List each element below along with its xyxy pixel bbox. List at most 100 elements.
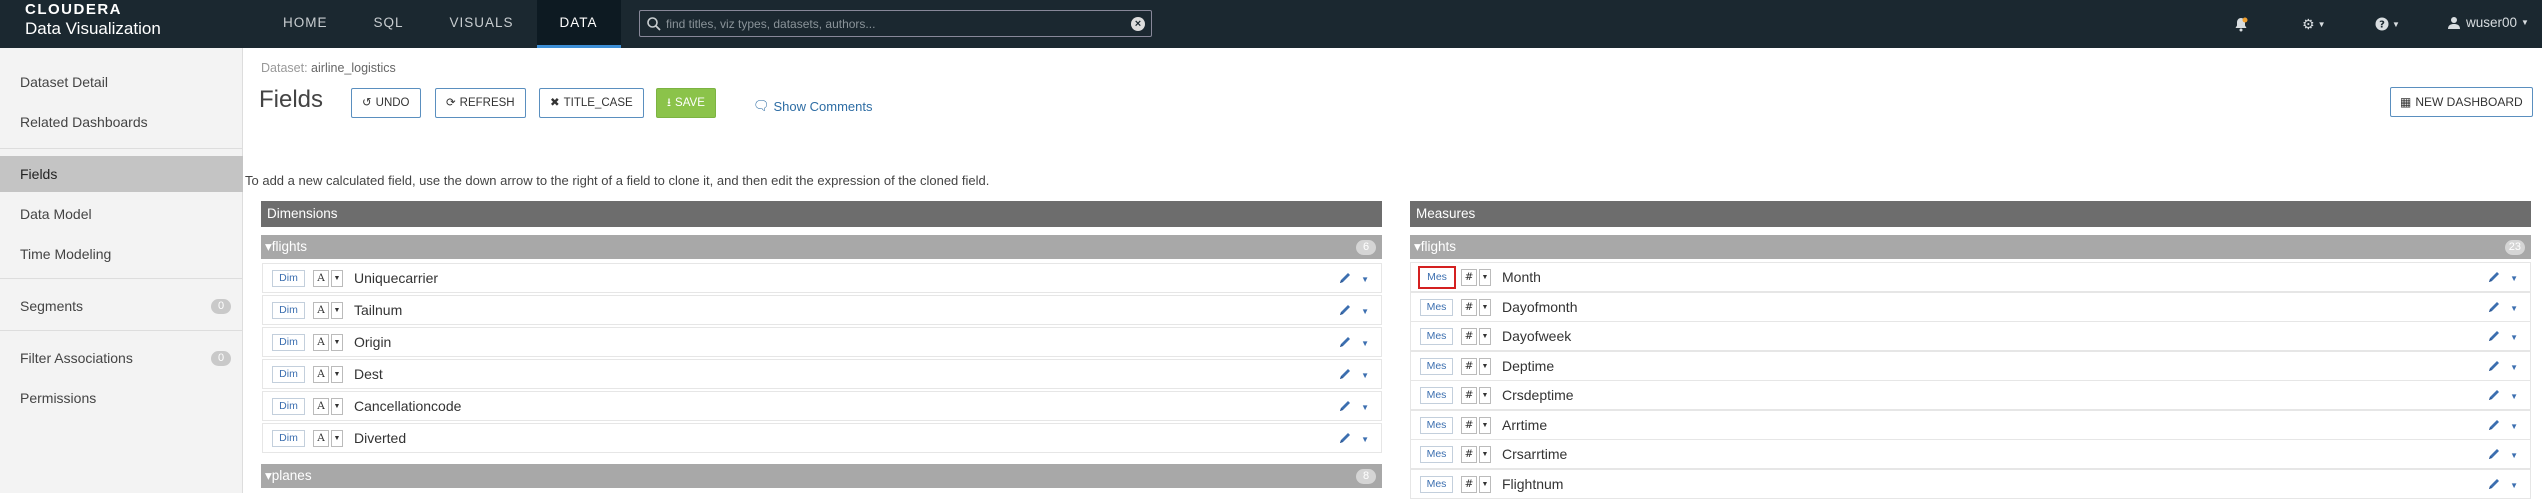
field-row[interactable]: Mes # ▼ Crsdeptime ▼: [1410, 380, 2531, 410]
field-type-chevron-down-icon[interactable]: ▼: [1479, 357, 1491, 375]
title-case-button[interactable]: ✖ TITLE_CASE: [539, 88, 644, 118]
field-type-button[interactable]: A: [313, 270, 329, 287]
measures-group-flights[interactable]: ▾flights 23: [1410, 235, 2531, 259]
pencil-edit-icon[interactable]: [2487, 388, 2501, 402]
field-type-chevron-down-icon[interactable]: ▼: [1479, 475, 1491, 493]
pencil-edit-icon[interactable]: [2487, 270, 2501, 284]
field-actions-chevron-down-icon[interactable]: ▼: [2510, 304, 2518, 313]
field-row[interactable]: Mes # ▼ Dayofweek ▼: [1410, 321, 2531, 351]
field-role-toggle[interactable]: Mes: [1420, 387, 1453, 404]
field-type-chevron-down-icon[interactable]: ▼: [1479, 269, 1491, 286]
field-type-button[interactable]: #: [1461, 298, 1477, 316]
field-role-toggle[interactable]: Mes: [1420, 446, 1453, 463]
field-actions-chevron-down-icon[interactable]: ▼: [2510, 392, 2518, 401]
field-actions-chevron-down-icon[interactable]: ▼: [1361, 403, 1369, 412]
pencil-edit-icon[interactable]: [2487, 329, 2501, 343]
field-type-chevron-down-icon[interactable]: ▼: [1479, 387, 1491, 404]
field-role-toggle[interactable]: Mes: [1418, 266, 1456, 289]
field-row[interactable]: Dim A ▼ Tailnum ▼: [262, 295, 1382, 325]
notifications-bell-icon[interactable]: [2234, 15, 2248, 33]
field-role-toggle[interactable]: Mes: [1420, 328, 1453, 345]
search-input[interactable]: [666, 14, 1121, 34]
field-actions-chevron-down-icon[interactable]: ▼: [1361, 275, 1369, 284]
field-type-button[interactable]: A: [313, 334, 329, 351]
field-actions-chevron-down-icon[interactable]: ▼: [2510, 333, 2518, 342]
tab-home[interactable]: HOME: [260, 0, 351, 48]
field-type-button[interactable]: A: [313, 366, 329, 383]
field-actions-chevron-down-icon[interactable]: ▼: [2510, 422, 2518, 431]
sidebar-item-time-modeling[interactable]: Time Modeling: [0, 236, 243, 272]
field-actions-chevron-down-icon[interactable]: ▼: [1361, 339, 1369, 348]
field-type-button[interactable]: A: [313, 430, 329, 447]
pencil-edit-icon[interactable]: [1338, 303, 1352, 317]
pencil-edit-icon[interactable]: [1338, 399, 1352, 413]
settings-menu[interactable]: ⚙ ▼: [2302, 15, 2325, 33]
field-type-button[interactable]: #: [1461, 446, 1477, 463]
field-type-chevron-down-icon[interactable]: ▼: [331, 270, 343, 287]
field-actions-chevron-down-icon[interactable]: ▼: [2510, 274, 2518, 283]
field-role-toggle[interactable]: Dim: [272, 302, 305, 319]
field-type-chevron-down-icon[interactable]: ▼: [331, 302, 343, 319]
sidebar-item-data-model[interactable]: Data Model: [0, 196, 243, 232]
field-row[interactable]: Mes # ▼ Dayofmonth ▼: [1410, 291, 2531, 322]
dimensions-group-flights[interactable]: ▾flights 6: [261, 235, 1382, 259]
sidebar-item-related-dashboards[interactable]: Related Dashboards: [0, 104, 243, 140]
clear-search-icon[interactable]: ×: [1131, 17, 1145, 31]
sidebar-item-segments[interactable]: Segments 0: [0, 288, 243, 324]
field-row[interactable]: Mes # ▼ Deptime ▼: [1410, 350, 2531, 381]
sidebar-item-dataset-detail[interactable]: Dataset Detail: [0, 64, 243, 100]
pencil-edit-icon[interactable]: [2487, 418, 2501, 432]
field-type-button[interactable]: #: [1461, 387, 1477, 404]
sidebar-item-permissions[interactable]: Permissions: [0, 380, 243, 416]
field-role-toggle[interactable]: Dim: [272, 430, 305, 447]
new-dashboard-button[interactable]: ▦ NEW DASHBOARD: [2390, 87, 2533, 117]
field-row[interactable]: Mes # ▼ Arrtime ▼: [1410, 409, 2531, 440]
field-actions-chevron-down-icon[interactable]: ▼: [1361, 307, 1369, 316]
field-type-chevron-down-icon[interactable]: ▼: [331, 398, 343, 415]
field-role-toggle[interactable]: Dim: [272, 270, 305, 287]
field-type-button[interactable]: #: [1461, 328, 1477, 345]
field-type-chevron-down-icon[interactable]: ▼: [1479, 416, 1491, 434]
pencil-edit-icon[interactable]: [2487, 300, 2501, 314]
field-type-chevron-down-icon[interactable]: ▼: [1479, 446, 1491, 463]
brand-logo[interactable]: CLOUDERA Data Visualization: [25, 2, 161, 37]
field-role-toggle[interactable]: Mes: [1420, 475, 1453, 493]
tab-data[interactable]: DATA: [536, 0, 621, 48]
pencil-edit-icon[interactable]: [1338, 271, 1352, 285]
field-row[interactable]: Mes # ▼ Crsarrtime ▼: [1410, 439, 2531, 469]
field-actions-chevron-down-icon[interactable]: ▼: [1361, 371, 1369, 380]
field-role-toggle[interactable]: Dim: [272, 398, 305, 415]
undo-button[interactable]: ↺ UNDO: [351, 88, 421, 118]
show-comments-link[interactable]: 🗨 Show Comments: [753, 98, 873, 114]
field-row[interactable]: Dim A ▼ Diverted ▼: [262, 423, 1382, 453]
field-role-toggle[interactable]: Mes: [1420, 357, 1453, 375]
field-actions-chevron-down-icon[interactable]: ▼: [2510, 363, 2518, 372]
pencil-edit-icon[interactable]: [2487, 477, 2501, 491]
pencil-edit-icon[interactable]: [1338, 431, 1352, 445]
field-type-button[interactable]: #: [1461, 416, 1477, 434]
help-menu[interactable]: ? ▼: [2375, 15, 2400, 33]
field-actions-chevron-down-icon[interactable]: ▼: [2510, 451, 2518, 460]
field-row[interactable]: Mes # ▼ Month ▼: [1410, 262, 2531, 292]
sidebar-item-fields[interactable]: Fields: [0, 156, 243, 192]
field-type-button[interactable]: #: [1461, 269, 1477, 286]
field-type-button[interactable]: A: [313, 398, 329, 415]
field-type-button[interactable]: #: [1461, 475, 1477, 493]
pencil-edit-icon[interactable]: [1338, 335, 1352, 349]
field-type-chevron-down-icon[interactable]: ▼: [331, 430, 343, 447]
field-type-chevron-down-icon[interactable]: ▼: [331, 366, 343, 383]
dimensions-group-planes[interactable]: ▾planes 8: [261, 464, 1382, 488]
refresh-button[interactable]: ⟳ REFRESH: [435, 88, 526, 118]
field-type-button[interactable]: #: [1461, 357, 1477, 375]
field-actions-chevron-down-icon[interactable]: ▼: [2510, 481, 2518, 490]
tab-visuals[interactable]: VISUALS: [427, 0, 537, 48]
field-type-chevron-down-icon[interactable]: ▼: [331, 334, 343, 351]
field-row[interactable]: Dim A ▼ Dest ▼: [262, 359, 1382, 389]
user-menu[interactable]: wuser00 ▼: [2448, 15, 2529, 30]
field-type-button[interactable]: A: [313, 302, 329, 319]
field-row[interactable]: Mes # ▼ Flightnum ▼: [1410, 468, 2531, 499]
pencil-edit-icon[interactable]: [1338, 367, 1352, 381]
field-role-toggle[interactable]: Mes: [1420, 416, 1453, 434]
field-role-toggle[interactable]: Mes: [1420, 298, 1453, 316]
field-row[interactable]: Dim A ▼ Origin ▼: [262, 327, 1382, 357]
